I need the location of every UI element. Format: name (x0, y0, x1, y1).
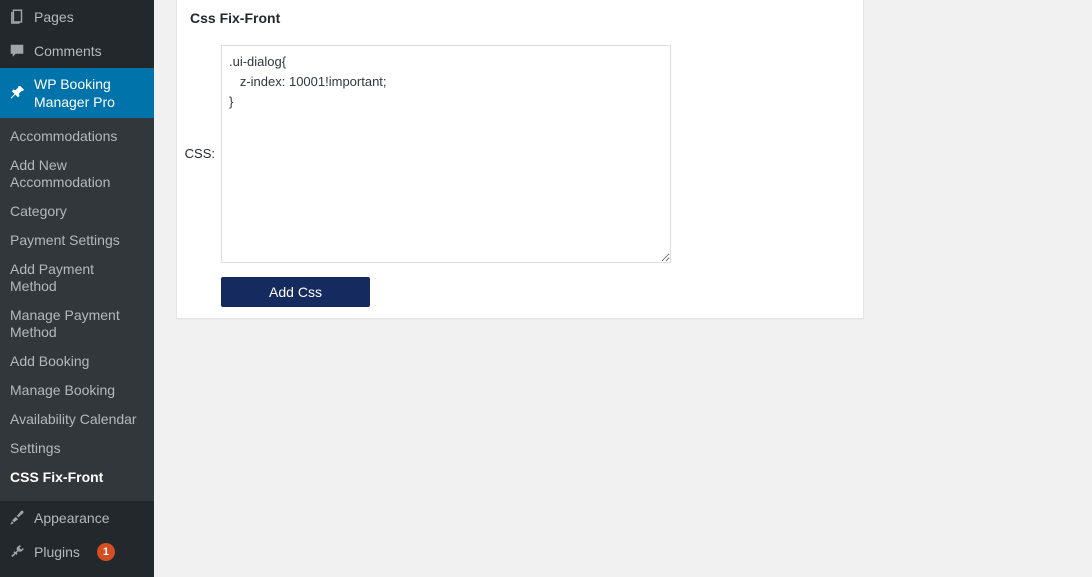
css-field-label: CSS: (184, 146, 215, 161)
sidebar-submenu-item-manage-payment-method[interactable]: Manage Payment Method (0, 301, 154, 347)
sidebar-item-comments[interactable]: Comments (0, 34, 154, 68)
page-title: Css Fix-Front (190, 10, 281, 26)
sidebar-item-wp-booking-manager-pro[interactable]: WP Booking Manager Pro (0, 68, 154, 118)
sidebar-submenu-item-accommodations[interactable]: Accommodations (0, 122, 154, 151)
sidebar-item-label: Appearance (34, 510, 110, 526)
sidebar-submenu-item-category[interactable]: Category (0, 197, 154, 226)
css-fix-front-panel: Css Fix-Front CSS: Add Css (176, 0, 864, 319)
css-form-actions: Add Css (177, 263, 863, 307)
sidebar-submenu-item-add-payment-method[interactable]: Add Payment Method (0, 255, 154, 301)
sidebar-submenu-item-payment-settings[interactable]: Payment Settings (0, 226, 154, 255)
sidebar-item-appearance[interactable]: Appearance (0, 501, 154, 535)
sidebar-item-label: WP Booking Manager Pro (34, 76, 115, 110)
comments-icon (0, 42, 34, 60)
appearance-brush-icon (0, 509, 34, 527)
sidebar-submenu-item-manage-booking[interactable]: Manage Booking (0, 376, 154, 405)
admin-sidebar: Pages Comments WP Booking Manager Pro Ac… (0, 0, 154, 577)
sidebar-submenu-item-css-fix-front[interactable]: CSS Fix-Front (0, 463, 154, 492)
css-form-row: CSS: (177, 27, 863, 263)
sidebar-submenu-item-add-new-accommodation[interactable]: Add New Accommodation (0, 151, 154, 197)
sidebar-item-pages[interactable]: Pages (0, 0, 154, 34)
sidebar-submenu-item-add-booking[interactable]: Add Booking (0, 347, 154, 376)
sidebar-item-plugins[interactable]: Plugins 1 (0, 535, 154, 569)
sidebar-submenu-item-availability-calendar[interactable]: Availability Calendar (0, 405, 154, 434)
pages-icon (0, 8, 34, 26)
sidebar-item-label: Pages (34, 9, 74, 25)
admin-screen: Pages Comments WP Booking Manager Pro Ac… (0, 0, 1092, 577)
main-content: Css Fix-Front CSS: Add Css (154, 0, 1092, 577)
plugins-plug-icon (0, 543, 34, 561)
sidebar-submenu-item-settings[interactable]: Settings (0, 434, 154, 463)
sidebar-item-label: Comments (34, 43, 102, 59)
pin-icon (0, 84, 34, 102)
plugins-update-badge: 1 (96, 543, 115, 561)
sidebar-item-users[interactable]: Users (0, 569, 154, 577)
add-css-button[interactable]: Add Css (221, 277, 370, 307)
css-input[interactable] (221, 45, 671, 263)
sidebar-submenu-wp-booking-manager-pro: Accommodations Add New Accommodation Cat… (0, 118, 154, 500)
sidebar-item-label: Plugins (34, 544, 80, 560)
